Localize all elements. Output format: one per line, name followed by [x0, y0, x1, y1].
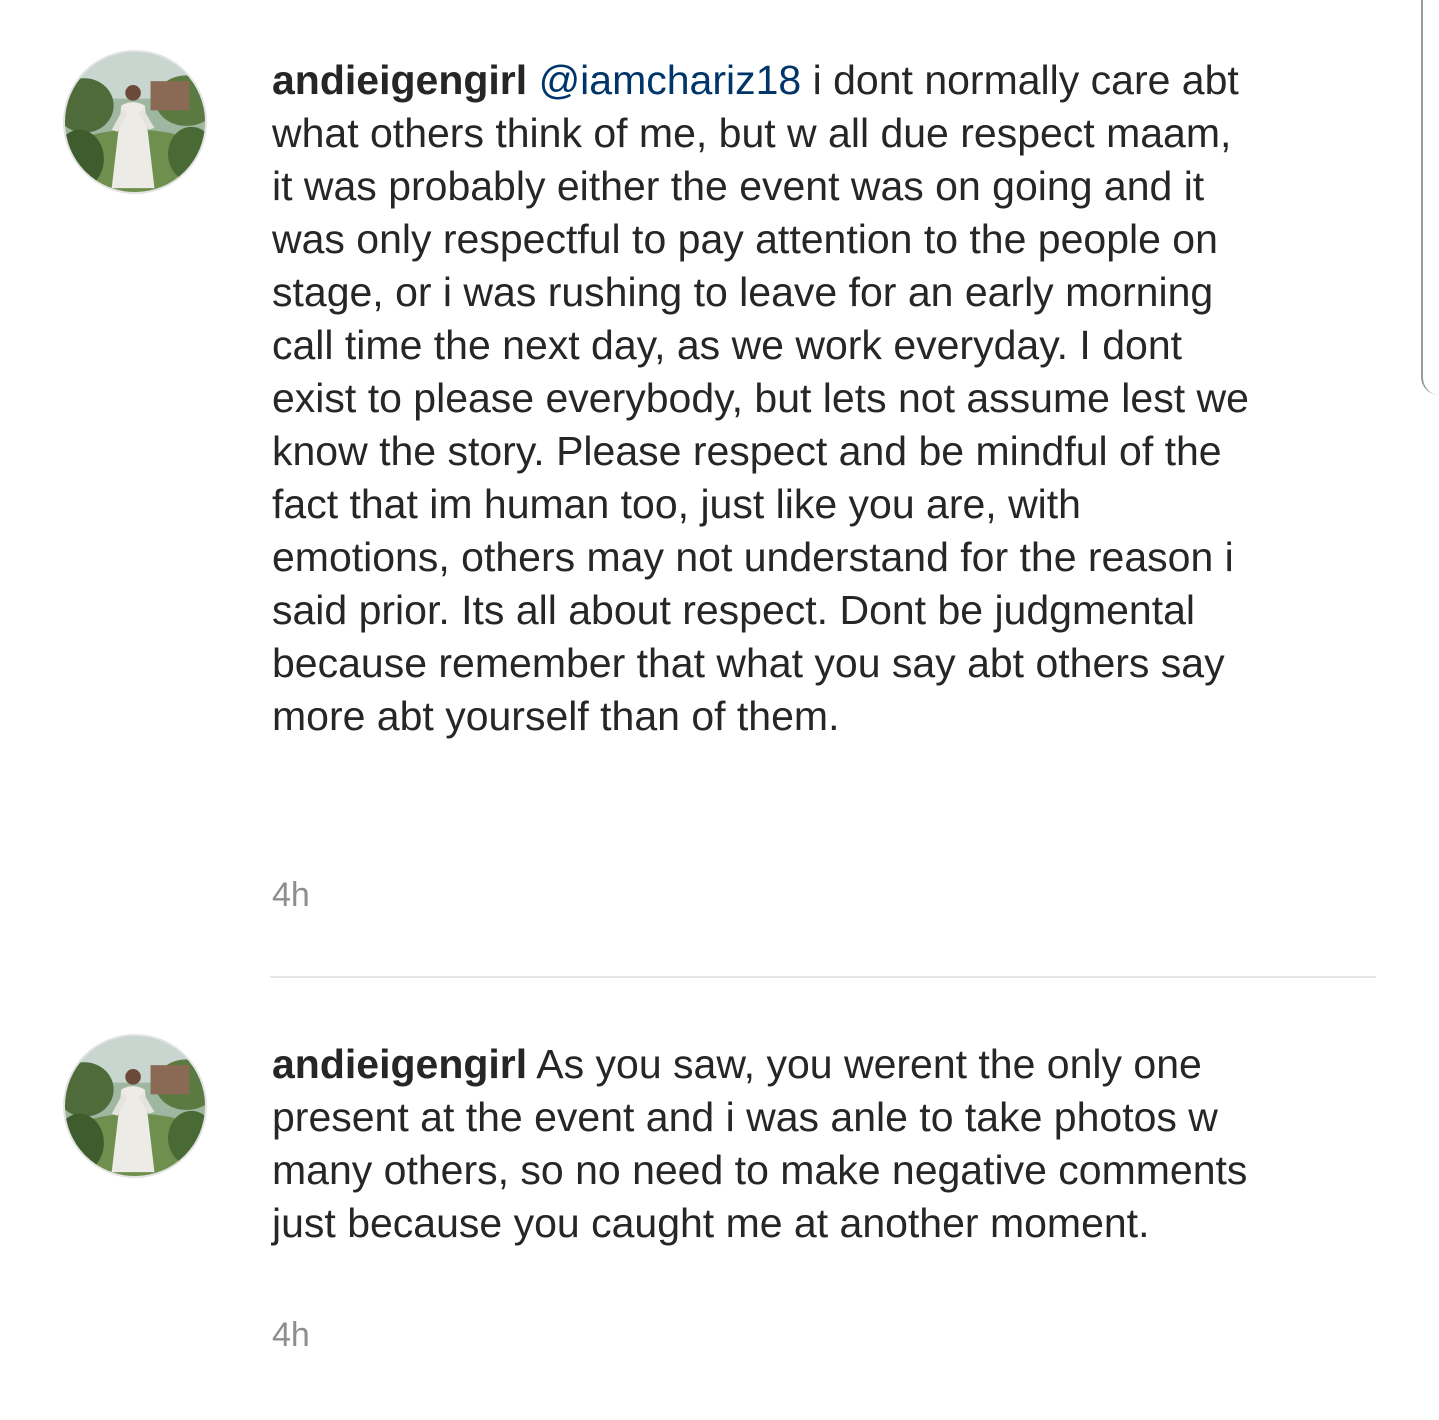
mention-link[interactable]: @iamchariz18 — [539, 57, 802, 103]
avatar[interactable] — [63, 1034, 207, 1178]
avatar-photo — [65, 1036, 205, 1176]
comment-username[interactable]: andieigengirl — [272, 57, 527, 103]
screen-edge-curve — [1421, 0, 1439, 395]
comment-text: andieigengirl As you saw, you werent the… — [272, 1038, 1262, 1250]
comment-text: andieigengirl @iamchariz18 i dont normal… — [272, 54, 1262, 743]
avatar-photo — [65, 52, 205, 192]
comment-username[interactable]: andieigengirl — [272, 1041, 527, 1087]
avatar[interactable] — [63, 50, 207, 194]
comment-message: i dont normally care abt what others thi… — [272, 57, 1249, 739]
comment-divider — [270, 976, 1376, 978]
comment-timestamp: 4h — [272, 876, 310, 914]
comment-timestamp: 4h — [272, 1316, 310, 1354]
